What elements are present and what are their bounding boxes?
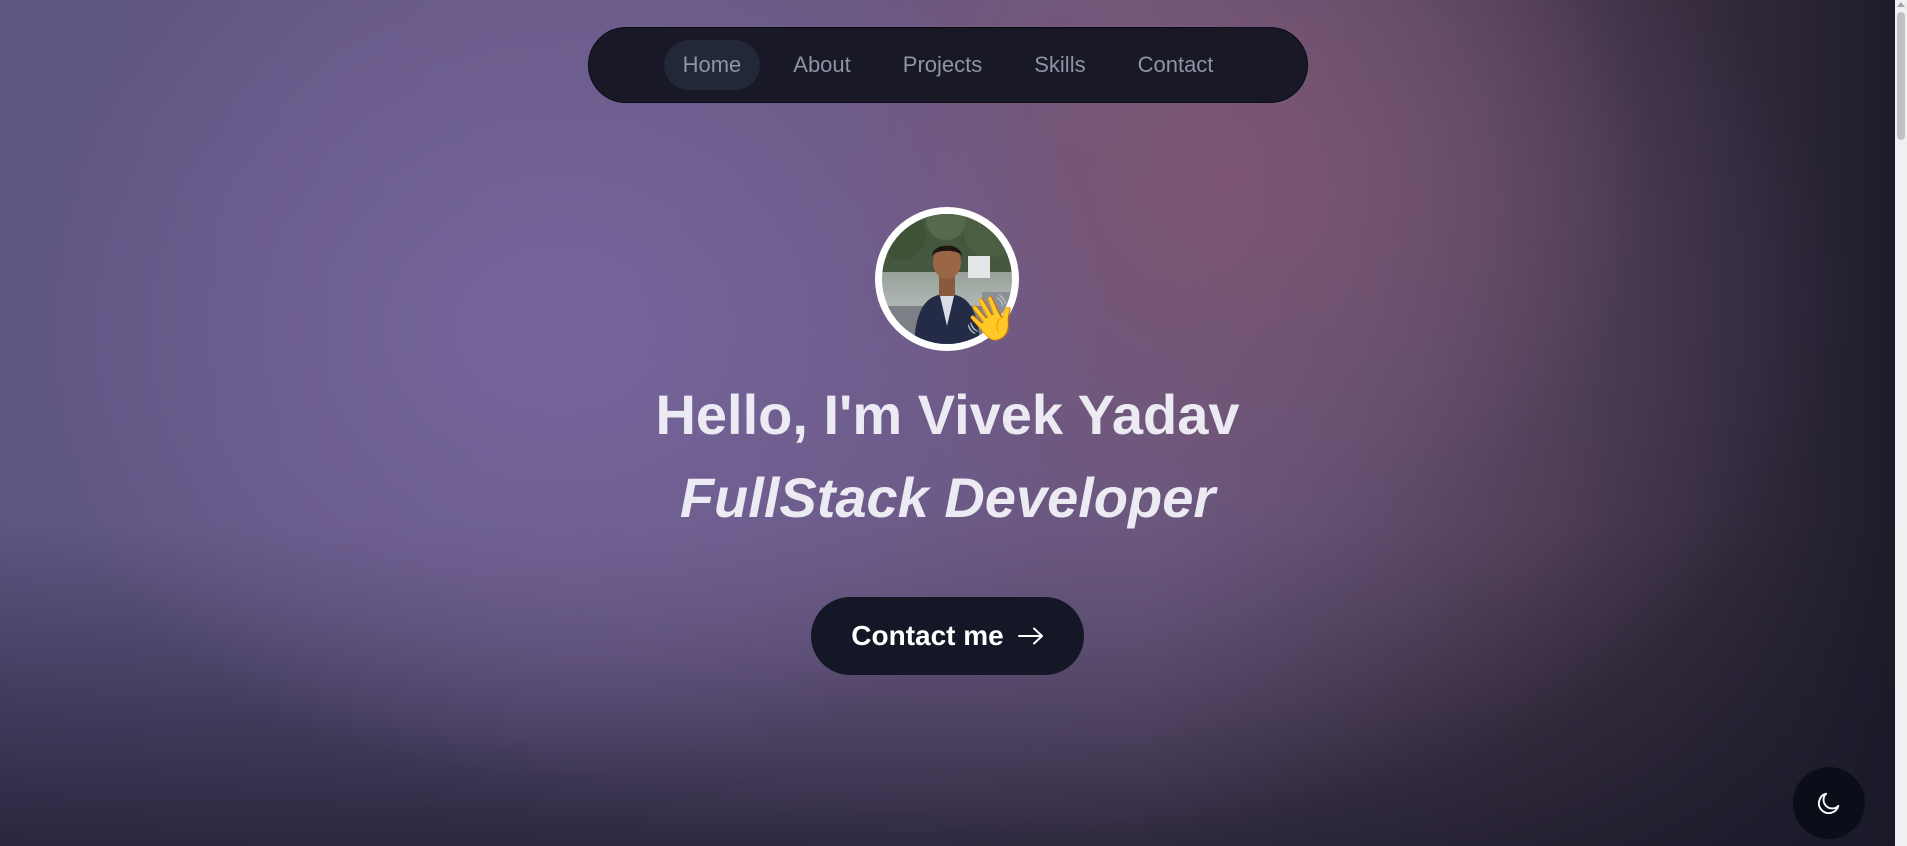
scroll-up-arrow-icon[interactable] <box>1897 2 1905 7</box>
contact-me-label: Contact me <box>851 620 1004 651</box>
moon-icon <box>1817 792 1840 815</box>
hero-subtitle: FullStack Developer <box>679 466 1216 529</box>
scrollbar-thumb[interactable] <box>1897 12 1905 140</box>
theme-toggle-button[interactable] <box>1793 767 1865 839</box>
nav-item-home[interactable]: Home <box>663 40 761 90</box>
hero-title: Hello, I'm Vivek Yadav <box>655 383 1240 446</box>
avatar: 👋 <box>875 207 1019 351</box>
scrollbar[interactable] <box>1895 0 1907 846</box>
nav-item-skills[interactable]: Skills <box>1015 40 1104 90</box>
arrow-right-icon <box>1017 627 1044 645</box>
main-nav: Home About Projects Skills Contact <box>588 27 1308 103</box>
nav-item-projects[interactable]: Projects <box>884 40 1001 90</box>
contact-me-button[interactable]: Contact me <box>811 597 1084 675</box>
nav-item-contact[interactable]: Contact <box>1119 40 1233 90</box>
nav-item-about[interactable]: About <box>774 40 870 90</box>
wave-emoji-icon: 👋 <box>963 294 1018 343</box>
